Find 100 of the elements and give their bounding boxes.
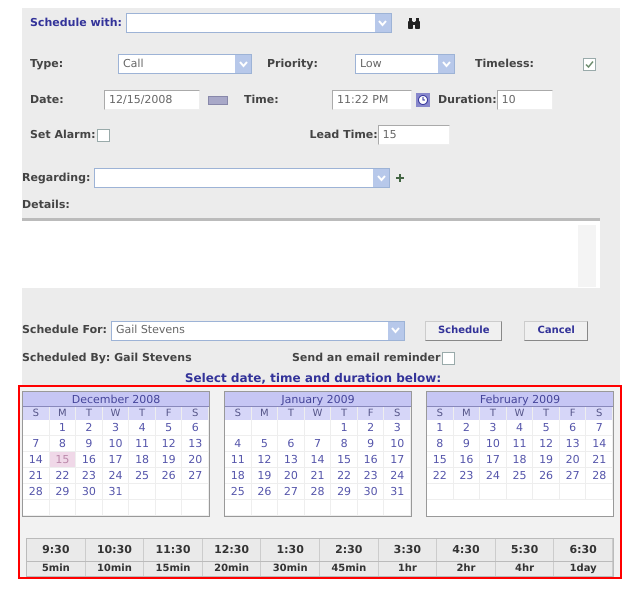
day-cell[interactable]: 13 (560, 436, 586, 452)
duration-option[interactable]: 20min (202, 562, 262, 576)
day-cell[interactable]: 24 (102, 468, 130, 484)
day-cell[interactable]: 11 (506, 436, 534, 452)
day-cell[interactable]: 9 (454, 436, 480, 452)
time-field[interactable]: 11:22 PM (332, 90, 412, 110)
binoculars-icon[interactable] (408, 18, 420, 28)
day-cell[interactable]: 11 (225, 452, 252, 468)
day-cell[interactable]: 8 (427, 436, 454, 452)
time-option[interactable]: 5:30 (496, 538, 554, 560)
day-cell[interactable]: 17 (384, 452, 411, 468)
email-reminder-checkbox[interactable] (442, 352, 456, 365)
regarding-dropdown[interactable] (94, 168, 390, 188)
day-cell[interactable]: 9 (76, 436, 103, 452)
day-cell[interactable]: 23 (76, 468, 103, 484)
day-cell[interactable]: 2 (454, 420, 480, 436)
time-option[interactable]: 12:30 (202, 538, 262, 560)
day-cell[interactable]: 1 (331, 420, 358, 436)
day-cell[interactable]: 11 (129, 436, 156, 452)
day-cell[interactable]: 16 (454, 452, 480, 468)
day-cell[interactable]: 14 (586, 436, 613, 452)
day-cell[interactable]: 19 (156, 452, 182, 468)
day-cell[interactable]: 16 (76, 452, 103, 468)
time-option[interactable]: 1:30 (261, 538, 320, 560)
type-dropdown[interactable]: Call (118, 54, 252, 74)
day-cell[interactable]: 20 (278, 468, 305, 484)
day-cell[interactable]: 5 (252, 436, 278, 452)
alarm-checkbox[interactable] (97, 128, 110, 142)
day-cell[interactable]: 22 (331, 468, 358, 484)
day-cell[interactable]: 10 (480, 436, 507, 452)
timeless-checkbox[interactable] (583, 58, 596, 70)
duration-option[interactable]: 45min (320, 562, 379, 576)
day-cell[interactable]: 10 (384, 436, 411, 452)
day-cell[interactable]: 13 (182, 436, 209, 452)
duration-option[interactable]: 1day (554, 562, 613, 576)
day-cell[interactable]: 20 (182, 452, 209, 468)
time-option[interactable]: 10:30 (86, 538, 144, 560)
day-cell[interactable]: 21 (23, 468, 50, 484)
day-cell[interactable]: 13 (278, 452, 305, 468)
day-cell[interactable]: 16 (358, 452, 384, 468)
day-cell[interactable]: 19 (252, 468, 278, 484)
priority-dropdown[interactable]: Low (355, 54, 455, 74)
duration-option[interactable]: 30min (261, 562, 320, 576)
details-textarea[interactable] (22, 218, 600, 288)
day-cell[interactable]: 1 (427, 420, 454, 436)
day-cell[interactable]: 3 (102, 420, 130, 436)
day-cell[interactable]: 6 (182, 420, 209, 436)
add-icon[interactable] (396, 174, 404, 182)
duration-option[interactable]: 1hr (378, 562, 438, 576)
day-cell[interactable]: 14 (304, 452, 332, 468)
day-cell[interactable]: 6 (560, 420, 586, 436)
day-cell[interactable]: 5 (533, 420, 560, 436)
day-cell[interactable]: 2 (76, 420, 103, 436)
day-cell[interactable]: 18 (129, 452, 156, 468)
day-cell[interactable]: 3 (480, 420, 507, 436)
day-cell[interactable]: 17 (480, 452, 507, 468)
day-cell[interactable]: 8 (331, 436, 358, 452)
day-cell[interactable]: 3 (384, 420, 411, 436)
day-cell[interactable]: 12 (156, 436, 182, 452)
day-cell[interactable]: 4 (129, 420, 156, 436)
duration-option[interactable]: 10min (86, 562, 144, 576)
time-option[interactable]: 9:30 (27, 538, 86, 560)
day-cell[interactable]: 20 (560, 452, 586, 468)
day-cell[interactable]: 12 (533, 436, 560, 452)
time-option[interactable]: 11:30 (144, 538, 203, 560)
time-option[interactable]: 3:30 (378, 538, 438, 560)
date-field[interactable]: 12/15/2008 (104, 90, 200, 110)
day-cell[interactable]: 21 (304, 468, 332, 484)
cancel-button[interactable]: Cancel (524, 320, 588, 340)
day-cell[interactable]: 9 (358, 436, 384, 452)
day-cell[interactable]: 2 (358, 420, 384, 436)
day-cell[interactable]: 7 (304, 436, 332, 452)
schedule-button[interactable]: Schedule (424, 320, 502, 340)
lead-time-field[interactable]: 15 (378, 125, 450, 145)
day-cell[interactable]: 18 (506, 452, 534, 468)
day-cell[interactable]: 6 (278, 436, 305, 452)
time-option[interactable]: 4:30 (437, 538, 496, 560)
day-cell[interactable]: 15 (427, 452, 454, 468)
day-cell[interactable]: 7 (586, 420, 613, 436)
contact-dropdown[interactable] (126, 13, 392, 33)
duration-option[interactable]: 2hr (437, 562, 496, 576)
day-cell[interactable]: 5 (156, 420, 182, 436)
clock-icon[interactable] (416, 93, 430, 107)
time-option[interactable]: 2:30 (320, 538, 379, 560)
duration-option[interactable]: 15min (144, 562, 203, 576)
day-cell[interactable]: 24 (384, 468, 411, 484)
day-cell[interactable]: 15 (331, 452, 358, 468)
day-cell[interactable]: 22 (50, 468, 76, 484)
day-cell[interactable]: 10 (102, 436, 130, 452)
day-cell[interactable]: 7 (23, 436, 50, 452)
duration-field[interactable]: 10 (496, 90, 553, 110)
day-cell[interactable]: 4 (506, 420, 534, 436)
day-cell[interactable]: 18 (225, 468, 252, 484)
day-cell[interactable]: 23 (358, 468, 384, 484)
day-cell[interactable]: 19 (533, 452, 560, 468)
day-cell[interactable]: 17 (102, 452, 130, 468)
duration-option[interactable]: 4hr (496, 562, 554, 576)
schedule-for-dropdown[interactable]: Gail Stevens (110, 320, 405, 340)
day-cell[interactable]: 1 (50, 420, 76, 436)
day-cell[interactable]: 21 (586, 452, 613, 468)
